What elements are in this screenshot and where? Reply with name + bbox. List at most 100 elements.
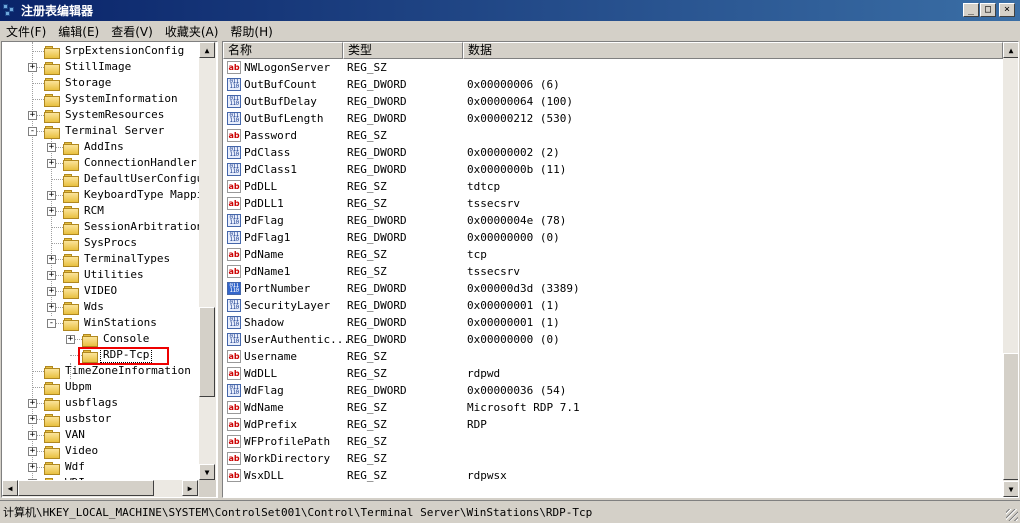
value-row[interactable]: ab WdDLL REG_SZ rdpwd (223, 365, 1003, 382)
expand-icon[interactable]: + (28, 431, 37, 440)
tree-node[interactable]: Console (82, 331, 151, 347)
dword-value-icon: 011 110 (227, 95, 241, 108)
value-type: REG_DWORD (347, 95, 407, 108)
maximize-button[interactable]: □ (980, 3, 996, 17)
tree-horizontal-scrollbar[interactable]: ◀ ▶ (2, 480, 199, 497)
value-row[interactable]: ab Username REG_SZ (223, 348, 1003, 365)
tree-node[interactable]: RCM (63, 203, 106, 219)
tree-node[interactable]: AddIns (63, 139, 126, 155)
values-scroll-thumb[interactable] (1003, 353, 1018, 480)
value-row[interactable]: ab PdName1 REG_SZ tssecsrv (223, 263, 1003, 280)
value-row[interactable]: ab PdName REG_SZ tcp (223, 246, 1003, 263)
tree-scroll-left-button[interactable]: ◀ (2, 480, 18, 496)
expand-icon[interactable]: + (28, 399, 37, 408)
expand-icon[interactable]: + (28, 415, 37, 424)
expand-icon[interactable]: + (47, 191, 56, 200)
title-bar[interactable]: 注册表编辑器 _ □ × (0, 0, 1020, 21)
value-row[interactable]: ab WdName REG_SZ Microsoft RDP 7.1 (223, 399, 1003, 416)
tree-scroll-thumb[interactable] (199, 307, 215, 397)
column-header-data[interactable]: 数据 (463, 42, 1003, 59)
menu-file[interactable]: 文件(F) (0, 23, 52, 40)
expand-icon[interactable]: + (47, 287, 56, 296)
values-scroll-up-button[interactable]: ▲ (1003, 42, 1018, 58)
menu-help[interactable]: 帮助(H) (224, 23, 278, 40)
tree-node[interactable]: usbflags (44, 395, 120, 411)
menu-edit[interactable]: 编辑(E) (52, 23, 105, 40)
tree-node[interactable]: ConnectionHandler (63, 155, 199, 171)
expand-icon[interactable]: + (47, 271, 56, 280)
resize-grip-icon[interactable] (1006, 509, 1018, 521)
value-row[interactable]: 011 110 PdFlag REG_DWORD 0x0000004e (78) (223, 212, 1003, 229)
close-button[interactable]: × (999, 3, 1015, 17)
tree-node[interactable]: TimeZoneInformation (44, 363, 193, 379)
expand-icon[interactable]: + (47, 255, 56, 264)
values-vertical-scrollbar[interactable]: ▲ ▼ (1003, 42, 1018, 497)
tree-node[interactable]: SessionArbitrationH (63, 219, 199, 235)
value-row[interactable]: ab WsxDLL REG_SZ rdpwsx (223, 467, 1003, 484)
string-value-icon: ab (227, 180, 241, 193)
minimize-button[interactable]: _ (963, 3, 979, 17)
value-row[interactable]: 011 110 WdFlag REG_DWORD 0x00000036 (54) (223, 382, 1003, 399)
value-row[interactable]: ab Password REG_SZ (223, 127, 1003, 144)
value-row[interactable]: ab WorkDirectory REG_SZ (223, 450, 1003, 467)
tree-node[interactable]: Terminal Server (44, 123, 166, 139)
tree-node[interactable]: Utilities (63, 267, 146, 283)
value-row[interactable]: 011 110 OutBufCount REG_DWORD 0x00000006 (6… (223, 76, 1003, 93)
expand-icon[interactable]: + (47, 159, 56, 168)
tree-node[interactable]: SystemResources (44, 107, 166, 123)
expand-icon[interactable]: + (28, 463, 37, 472)
expand-icon[interactable]: + (47, 207, 56, 216)
expand-icon[interactable]: + (28, 111, 37, 120)
collapse-icon[interactable]: - (47, 319, 56, 328)
value-row[interactable]: 011 110 OutBufLength REG_DWORD 0x00000212 (… (223, 110, 1003, 127)
tree-node[interactable]: SrpExtensionConfig (44, 43, 186, 59)
value-row[interactable]: 011 110 PdFlag1 REG_DWORD 0x00000000 (0) (223, 229, 1003, 246)
expand-icon[interactable]: + (47, 143, 56, 152)
tree-scroll-up-button[interactable]: ▲ (199, 42, 215, 58)
value-row[interactable]: ab PdDLL1 REG_SZ tssecsrv (223, 195, 1003, 212)
tree-node[interactable]: Video (44, 443, 100, 459)
expand-icon[interactable]: + (66, 335, 75, 344)
tree-node[interactable]: Storage (44, 75, 113, 91)
value-row[interactable]: 011 110 PdClass REG_DWORD 0x00000002 (2) (223, 144, 1003, 161)
value-row[interactable]: ab WFProfilePath REG_SZ (223, 433, 1003, 450)
value-row[interactable]: 011 110 Shadow REG_DWORD 0x00000001 (1) (223, 314, 1003, 331)
tree-node[interactable]: SystemInformation (44, 91, 180, 107)
value-row[interactable]: 011 110 PdClass1 REG_DWORD 0x0000000b (11) (223, 161, 1003, 178)
tree-node[interactable]: usbstor (44, 411, 113, 427)
expand-icon[interactable]: + (28, 447, 37, 456)
key-tree-pane[interactable]: SrpExtensionConfig StillImage + Storage Syst… (1, 41, 218, 498)
value-row[interactable]: 011 110 OutBufDelay REG_DWORD 0x00000064 (1… (223, 93, 1003, 110)
folder-icon (63, 237, 79, 251)
column-header-name[interactable]: 名称 (223, 42, 343, 59)
tree-scroll-right-button[interactable]: ▶ (182, 480, 198, 496)
value-row[interactable]: ab PdDLL REG_SZ tdtcp (223, 178, 1003, 195)
tree-node[interactable]: TerminalTypes (63, 251, 172, 267)
tree-hscroll-thumb[interactable] (18, 480, 154, 496)
tree-node[interactable]: VAN (44, 427, 87, 443)
tree-node[interactable]: SysProcs (63, 235, 139, 251)
tree-vertical-scrollbar[interactable]: ▲ ▼ (199, 42, 216, 480)
tree-node[interactable]: Wdf (44, 459, 87, 475)
values-list-pane[interactable]: 名称 类型 数据 ab NWLogonServer REG_SZ 011 110 Out… (222, 41, 1019, 498)
tree-node[interactable]: StillImage (44, 59, 133, 75)
value-row[interactable]: 011 110 PortNumber REG_DWORD 0x00000d3d (33… (223, 280, 1003, 297)
column-header-type[interactable]: 类型 (343, 42, 463, 59)
values-scroll-down-button[interactable]: ▼ (1003, 481, 1018, 497)
expand-icon[interactable]: + (28, 63, 37, 72)
menu-view[interactable]: 查看(V) (105, 23, 159, 40)
expand-icon[interactable]: + (47, 303, 56, 312)
tree-node[interactable]: WinStations (63, 315, 159, 331)
tree-scroll-down-button[interactable]: ▼ (199, 464, 215, 480)
value-row[interactable]: 011 110 SecurityLayer REG_DWORD 0x00000001 … (223, 297, 1003, 314)
tree-node[interactable]: VIDEO (63, 283, 119, 299)
tree-node[interactable]: DefaultUserConfigur (63, 171, 199, 187)
value-row[interactable]: ab WdPrefix REG_SZ RDP (223, 416, 1003, 433)
collapse-icon[interactable]: - (28, 127, 37, 136)
tree-node[interactable]: Ubpm (44, 379, 94, 395)
menu-favorites[interactable]: 收藏夹(A) (159, 23, 225, 40)
tree-node[interactable]: Wds (63, 299, 106, 315)
value-row[interactable]: ab NWLogonServer REG_SZ (223, 59, 1003, 76)
tree-node[interactable]: KeyboardType Mappin (63, 187, 199, 203)
value-row[interactable]: 011 110 UserAuthentic... REG_DWORD 0x000000… (223, 331, 1003, 348)
